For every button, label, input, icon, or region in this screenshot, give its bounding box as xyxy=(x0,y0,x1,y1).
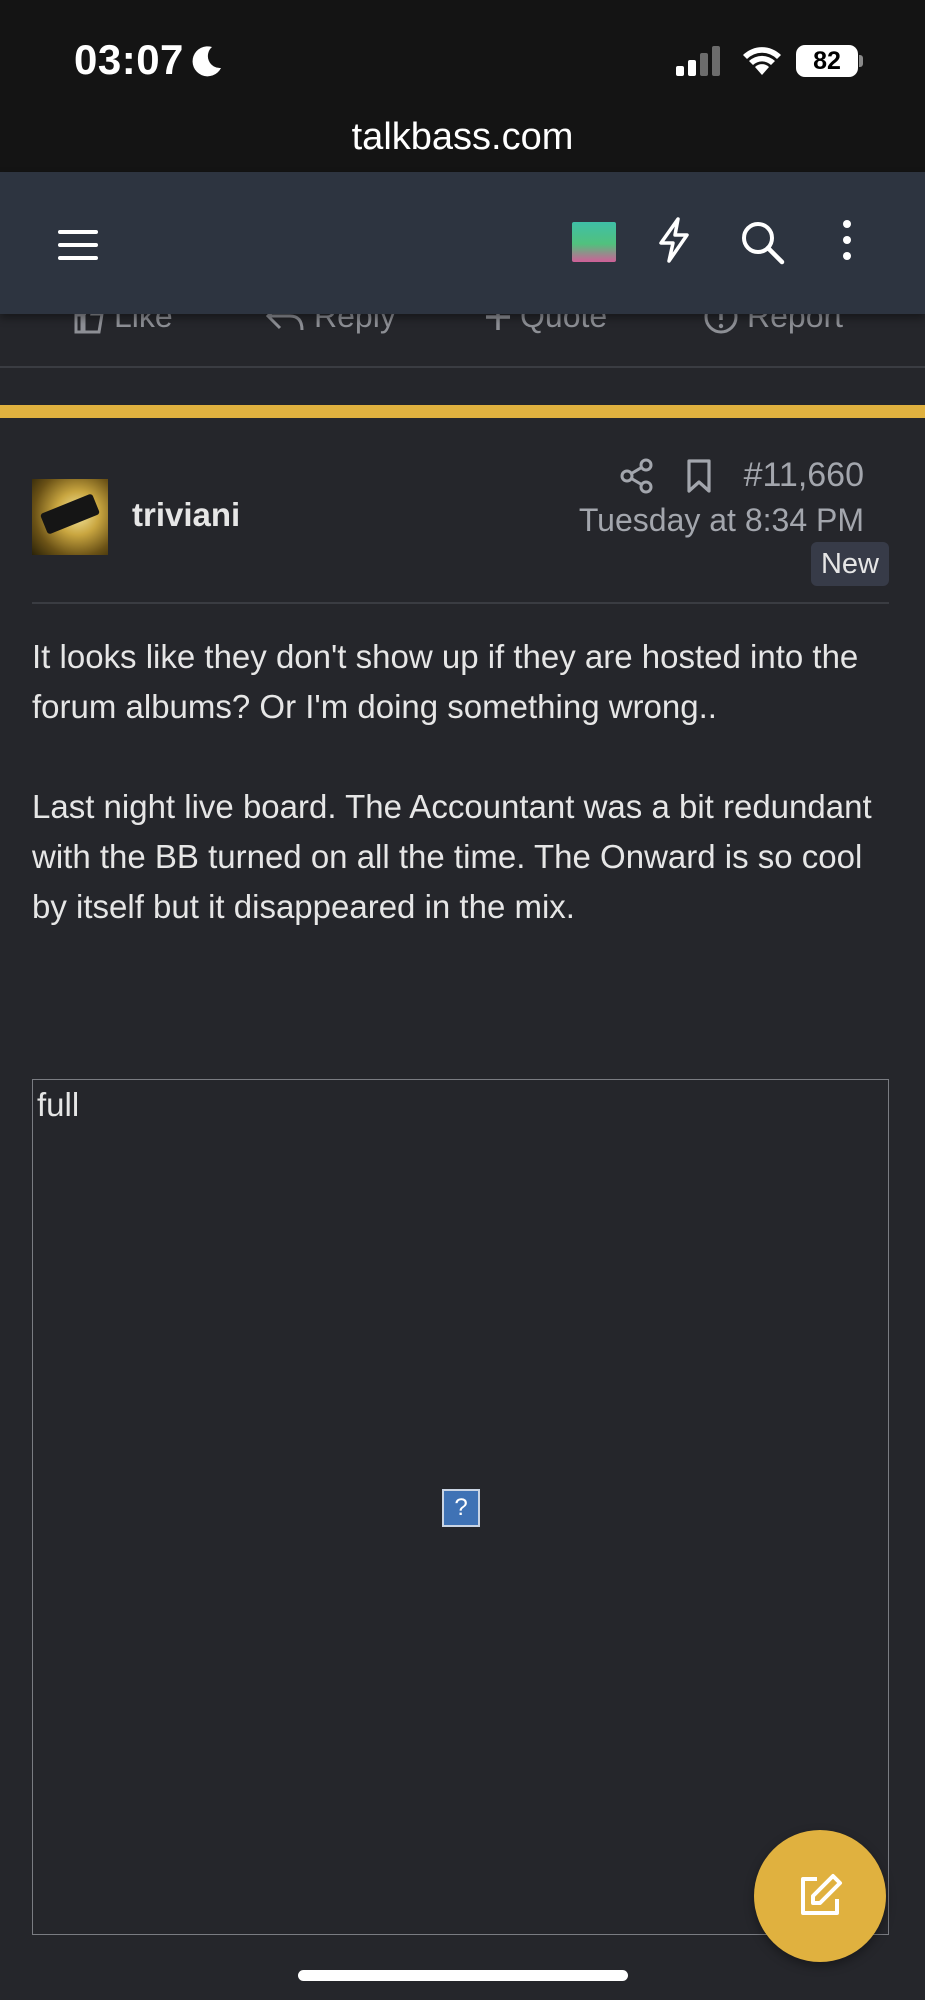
post-paragraph: Last night live board. The Accountant wa… xyxy=(32,788,872,925)
post-number-link[interactable]: #11,660 xyxy=(744,456,864,495)
share-icon[interactable] xyxy=(620,458,654,494)
home-indicator xyxy=(298,1970,628,1981)
cellular-signal-icon xyxy=(676,46,720,76)
report-button[interactable]: Report xyxy=(703,314,843,335)
more-vertical-icon[interactable] xyxy=(840,218,854,262)
url-bar[interactable]: talkbass.com xyxy=(0,112,925,172)
thumbs-up-icon xyxy=(74,314,104,333)
status-time: 03:07 xyxy=(74,36,184,83)
post-paragraph: It looks like they don't show up if they… xyxy=(32,638,859,725)
report-label: Report xyxy=(747,314,844,334)
post-author-avatar[interactable] xyxy=(32,479,108,555)
user-avatar[interactable] xyxy=(572,222,616,262)
broken-image[interactable]: full ? xyxy=(32,1079,889,1935)
edit-icon xyxy=(801,1874,842,1915)
post-separator xyxy=(0,405,925,418)
alert-circle-icon xyxy=(704,314,738,333)
reply-label: Reply xyxy=(314,314,396,334)
post-body: It looks like they don't show up if they… xyxy=(32,632,892,982)
quote-button[interactable]: Quote xyxy=(484,314,607,335)
reply-button[interactable]: Reply xyxy=(264,314,396,335)
quote-label: Quote xyxy=(520,314,608,334)
post-header-divider xyxy=(32,602,889,604)
post-date[interactable]: Tuesday at 8:34 PM xyxy=(579,502,864,539)
status-bar: 03:07 82 xyxy=(0,0,925,120)
plus-icon xyxy=(486,314,510,330)
image-alt-text: full xyxy=(37,1086,80,1123)
compose-button[interactable] xyxy=(754,1830,886,1962)
search-icon[interactable] xyxy=(738,218,786,266)
bolt-icon[interactable] xyxy=(654,216,694,264)
reply-icon xyxy=(265,314,304,330)
battery-level: 82 xyxy=(796,45,858,77)
moon-icon xyxy=(192,46,221,77)
post-author-username[interactable]: triviani xyxy=(132,496,240,534)
broken-image-icon: ? xyxy=(442,1489,480,1527)
new-badge: New xyxy=(810,542,889,586)
like-button[interactable]: Like xyxy=(72,314,173,335)
like-label: Like xyxy=(114,314,173,334)
forum-navbar xyxy=(0,172,925,314)
wifi-icon xyxy=(743,47,781,75)
menu-icon[interactable] xyxy=(58,228,98,262)
previous-post-actions: Like Reply Quote Report xyxy=(0,314,925,368)
battery-indicator: 82 xyxy=(796,45,863,77)
bookmark-icon[interactable] xyxy=(685,458,713,494)
